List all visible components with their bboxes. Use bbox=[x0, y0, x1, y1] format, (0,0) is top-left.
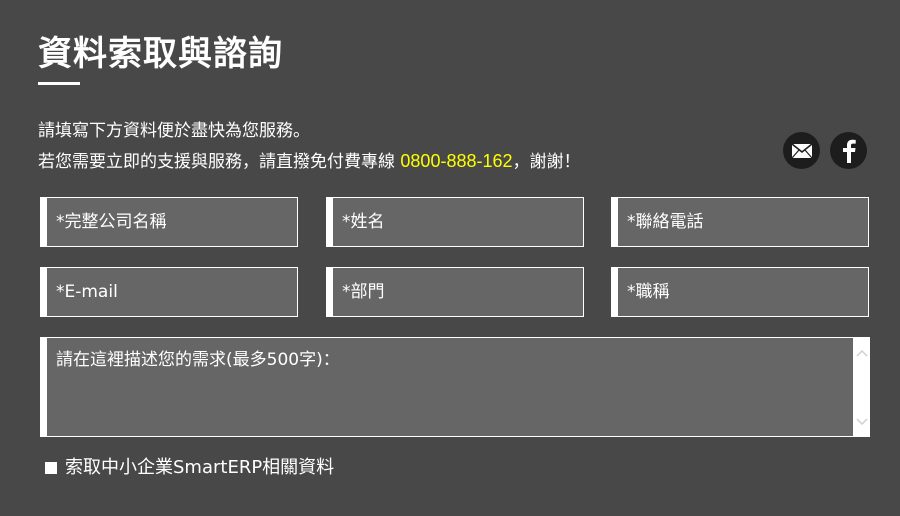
intro-line-2: 若您需要立即的支援與服務，請直撥免付費專線 0800-888-162，謝謝！ bbox=[38, 146, 738, 177]
intro-line-2-prefix: 若您需要立即的支援與服務，請直撥免付費專線 bbox=[38, 152, 401, 172]
phone-input[interactable] bbox=[618, 198, 868, 246]
intro-text: 請填寫下方資料便於盡快為您服務。 若您需要立即的支援與服務，請直撥免付費專線 0… bbox=[38, 116, 738, 177]
hotline-number: 0800-888-162 bbox=[400, 151, 513, 171]
department-field[interactable] bbox=[326, 267, 584, 317]
company-name-input[interactable] bbox=[47, 198, 297, 246]
inquiry-panel: 資料索取與諮詢 請填寫下方資料便於盡快為您服務。 若您需要立即的支援與服務，請直… bbox=[0, 0, 900, 516]
chevron-up-icon bbox=[855, 349, 868, 357]
email-input[interactable] bbox=[47, 268, 297, 316]
name-input[interactable] bbox=[333, 198, 583, 246]
message-scrollbar[interactable] bbox=[853, 338, 870, 436]
chevron-down-icon bbox=[855, 418, 868, 426]
department-input[interactable] bbox=[333, 268, 583, 316]
company-name-field[interactable] bbox=[40, 197, 298, 247]
smarterp-info-label: 索取中小企業SmartERP相關資料 bbox=[65, 457, 335, 478]
job-title-field[interactable] bbox=[611, 267, 869, 317]
intro-line-1: 請填寫下方資料便於盡快為您服務。 bbox=[38, 121, 310, 141]
page-title: 資料索取與諮詢 bbox=[38, 34, 283, 74]
message-textarea[interactable] bbox=[47, 338, 852, 436]
scroll-up-button[interactable] bbox=[853, 343, 870, 363]
social-icons bbox=[783, 132, 867, 169]
intro-line-2-suffix: ，謝謝！ bbox=[512, 152, 581, 172]
phone-field[interactable] bbox=[611, 197, 869, 247]
title-underline bbox=[38, 82, 80, 85]
email-field[interactable] bbox=[40, 267, 298, 317]
scroll-down-button[interactable] bbox=[853, 412, 870, 432]
checkbox-square-icon[interactable] bbox=[45, 462, 57, 474]
job-title-input[interactable] bbox=[618, 268, 868, 316]
message-field[interactable] bbox=[40, 337, 870, 437]
name-field[interactable] bbox=[326, 197, 584, 247]
mail-icon[interactable] bbox=[783, 132, 820, 169]
facebook-icon[interactable] bbox=[830, 132, 867, 169]
smarterp-info-checkbox[interactable]: 索取中小企業SmartERP相關資料 bbox=[45, 454, 334, 482]
